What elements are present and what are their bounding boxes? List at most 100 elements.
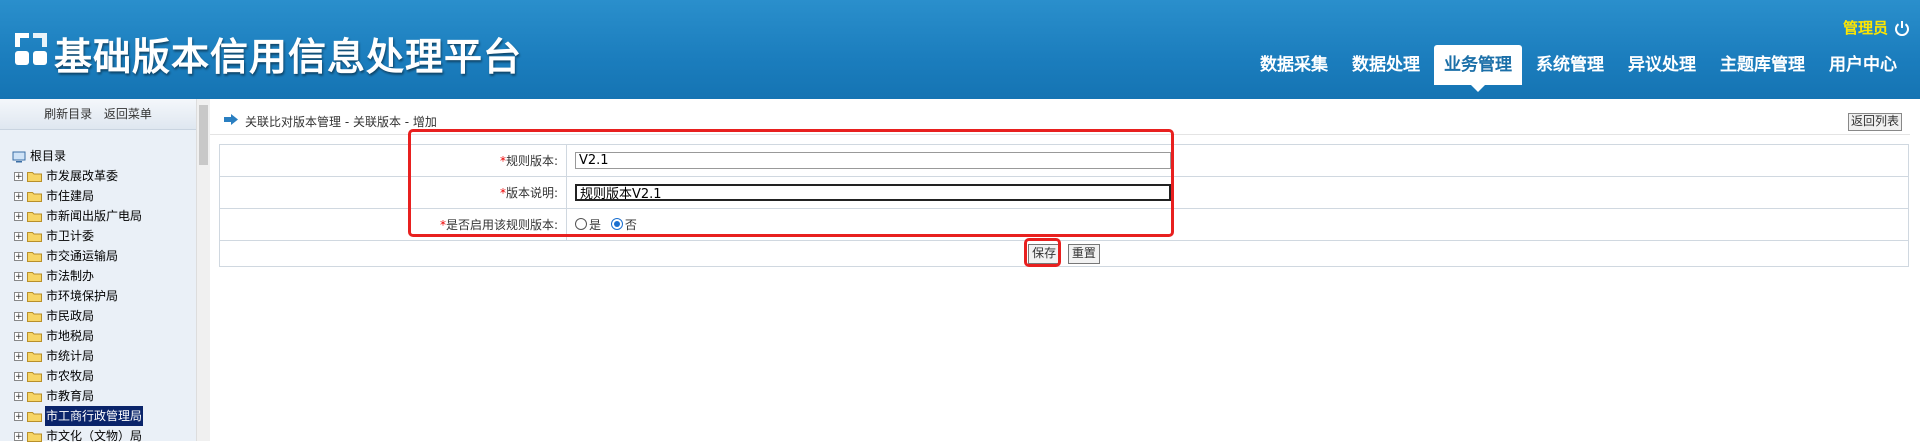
tree-item[interactable]: + 市新闻出版广电局 <box>0 206 196 226</box>
folder-icon <box>27 391 42 402</box>
tree-item[interactable]: + 市地税局 <box>0 326 196 346</box>
logo-icon <box>15 33 47 65</box>
rule-version-label: *规则版本: <box>219 144 567 177</box>
user-name[interactable]: 管理员 <box>1843 17 1888 38</box>
rule-version-input[interactable] <box>575 152 1171 169</box>
sidebar: 刷新目录 返回菜单 根目录 + 市发展改革委 + 市住建局 + 市新闻出版广电局 + 市卫计委… <box>0 99 210 443</box>
enable-version-label: *是否启用该规则版本: <box>219 208 567 241</box>
expand-icon[interactable]: + <box>14 211 23 221</box>
folder-icon <box>27 291 42 302</box>
expand-icon[interactable]: + <box>14 191 23 201</box>
sidebar-scrollbar[interactable] <box>196 99 210 441</box>
tree-item[interactable]: + 市农牧局 <box>0 366 196 386</box>
enable-no-radio[interactable] <box>610 218 623 231</box>
nav-business-management[interactable]: 业务管理 <box>1434 45 1522 92</box>
expand-icon[interactable]: + <box>14 251 23 261</box>
main-content: 关联比对版本管理 - 关联版本 - 增加 返回列表 *规则版本: *版本说明: … <box>210 99 1920 441</box>
tree-item-label: 市发展改革委 <box>46 169 119 183</box>
form-row-version-description: *版本说明: <box>219 176 1909 209</box>
tree-item-label: 市新闻出版广电局 <box>46 209 143 223</box>
expand-icon[interactable]: + <box>14 311 23 321</box>
power-icon[interactable] <box>1894 20 1910 36</box>
enable-no-option[interactable]: 否 <box>610 216 637 233</box>
arrow-right-icon <box>224 114 238 125</box>
scrollbar-thumb[interactable] <box>199 105 208 165</box>
tree-item[interactable]: + 市工商行政管理局 <box>0 406 196 426</box>
user-area: 管理员 <box>1843 17 1910 38</box>
tree-item[interactable]: + 市文化（文物）局 <box>0 426 196 446</box>
nav-data-processing[interactable]: 数据处理 <box>1342 45 1430 85</box>
breadcrumb: 关联比对版本管理 - 关联版本 - 增加 <box>245 115 437 129</box>
expand-icon[interactable]: + <box>14 411 23 421</box>
tree-item-label: 市法制办 <box>46 269 95 283</box>
tree-item[interactable]: + 市交通运输局 <box>0 246 196 266</box>
tree-item[interactable]: + 市卫计委 <box>0 226 196 246</box>
folder-icon <box>27 411 42 422</box>
tree-item-label: 市教育局 <box>46 389 95 403</box>
nav-system-management[interactable]: 系统管理 <box>1526 45 1614 85</box>
nav-user-center[interactable]: 用户中心 <box>1819 45 1907 85</box>
refresh-directory-link[interactable]: 刷新目录 <box>44 107 92 121</box>
expand-icon[interactable]: + <box>14 391 23 401</box>
folder-icon <box>27 171 42 182</box>
form-row-rule-version: *规则版本: <box>219 144 1909 177</box>
app-title: 基础版本信用信息处理平台 <box>54 35 523 79</box>
form-row-enable: *是否启用该规则版本: 是 否 <box>219 208 1909 241</box>
expand-icon[interactable]: + <box>14 351 23 361</box>
save-button[interactable]: 保存 <box>1028 243 1061 264</box>
folder-icon <box>27 371 42 382</box>
enable-yes-option[interactable]: 是 <box>575 216 601 233</box>
folder-icon <box>27 311 42 322</box>
computer-icon <box>12 151 26 162</box>
nav-data-collection[interactable]: 数据采集 <box>1250 45 1338 85</box>
expand-icon[interactable]: + <box>14 171 23 181</box>
folder-icon <box>27 191 42 202</box>
back-to-list-button[interactable]: 返回列表 <box>1847 113 1902 131</box>
expand-icon[interactable]: + <box>14 331 23 341</box>
nav-theme-library[interactable]: 主题库管理 <box>1710 45 1815 85</box>
tree-item-label: 市住建局 <box>46 189 95 203</box>
version-description-input[interactable] <box>575 184 1171 201</box>
folder-icon <box>27 251 42 262</box>
expand-icon[interactable]: + <box>14 231 23 241</box>
form-row-buttons: 保存 重置 <box>219 240 1909 267</box>
expand-icon[interactable]: + <box>14 431 23 441</box>
breadcrumb-bar: 关联比对版本管理 - 关联版本 - 增加 返回列表 <box>210 106 1910 135</box>
folder-icon <box>27 431 42 442</box>
tree-item[interactable]: + 市教育局 <box>0 386 196 406</box>
nav-objection-handling[interactable]: 异议处理 <box>1618 45 1706 85</box>
version-description-label: *版本说明: <box>219 176 567 209</box>
sidebar-toolbar: 刷新目录 返回菜单 <box>0 99 196 130</box>
tree-item[interactable]: + 市民政局 <box>0 306 196 326</box>
tree-root[interactable]: 根目录 <box>0 147 196 166</box>
tree-root-label: 根目录 <box>30 149 67 163</box>
folder-icon <box>27 231 42 242</box>
back-menu-link[interactable]: 返回菜单 <box>104 107 152 121</box>
directory-tree: 根目录 + 市发展改革委 + 市住建局 + 市新闻出版广电局 + 市卫计委 + 市交通运输局 + 市法… <box>0 147 196 446</box>
tree-item[interactable]: + 市发展改革委 <box>0 166 196 186</box>
tree-item-label: 市工商行政管理局 <box>45 406 144 426</box>
folder-icon <box>27 271 42 282</box>
tree-item-label: 市环境保护局 <box>46 289 119 303</box>
folder-icon <box>27 211 42 222</box>
tree-item-label: 市农牧局 <box>46 369 95 383</box>
tree-item-label: 市文化（文物）局 <box>46 429 143 443</box>
version-form: *规则版本: *版本说明: *是否启用该规则版本: 是 否 <box>219 144 1909 267</box>
tree-item-label: 市地税局 <box>46 329 95 343</box>
tree-item[interactable]: + 市法制办 <box>0 266 196 286</box>
tree-item[interactable]: + 市住建局 <box>0 186 196 206</box>
tree-item-label: 市卫计委 <box>46 229 95 243</box>
expand-icon[interactable]: + <box>14 371 23 381</box>
expand-icon[interactable]: + <box>14 271 23 281</box>
top-nav: 数据采集 数据处理 业务管理 系统管理 异议处理 主题库管理 用户中心 <box>1250 45 1911 92</box>
reset-button[interactable]: 重置 <box>1067 243 1100 264</box>
app-header: 基础版本信用信息处理平台 管理员 数据采集 数据处理 业务管理 系统管理 异议处… <box>0 0 1920 99</box>
folder-icon <box>27 351 42 362</box>
tree-item[interactable]: + 市环境保护局 <box>0 286 196 306</box>
folder-icon <box>27 331 42 342</box>
tree-item-label: 市统计局 <box>46 349 95 363</box>
expand-icon[interactable]: + <box>14 291 23 301</box>
tree-item-label: 市交通运输局 <box>46 249 119 263</box>
tree-item[interactable]: + 市统计局 <box>0 346 196 366</box>
enable-yes-radio[interactable] <box>575 218 587 231</box>
